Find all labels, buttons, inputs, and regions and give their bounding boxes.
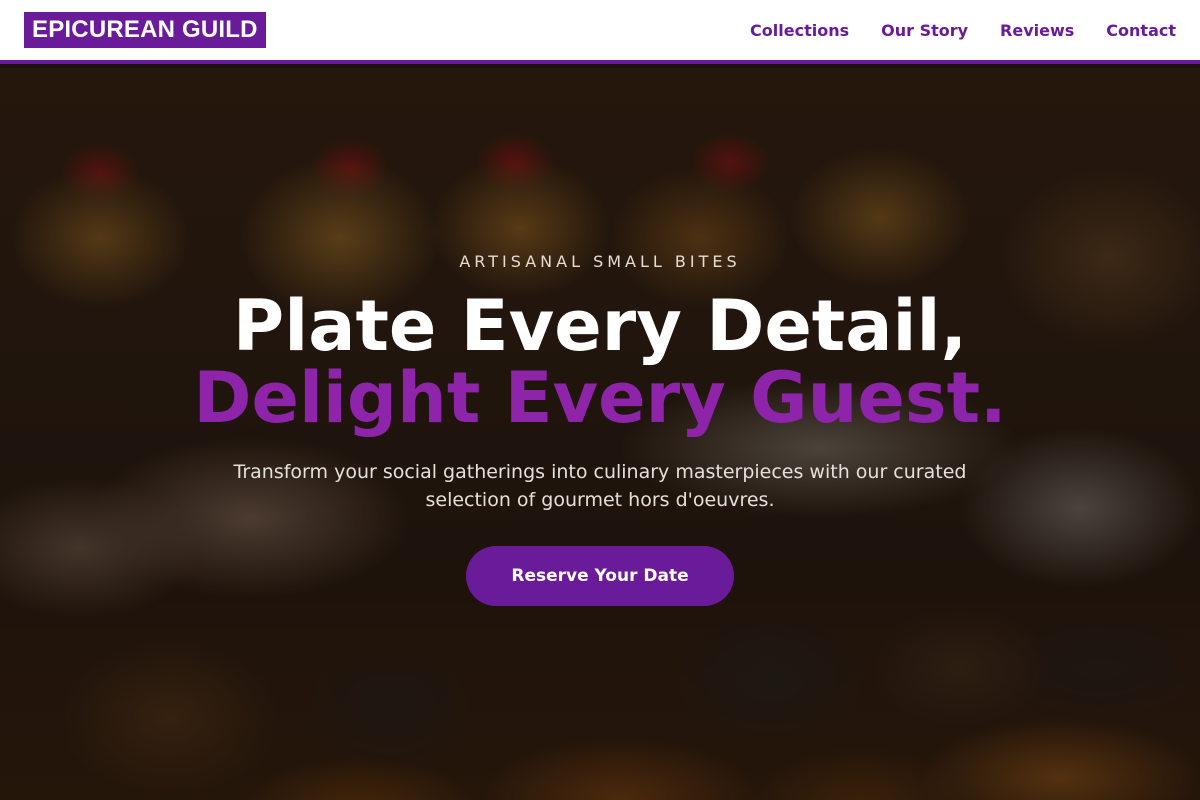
nav-link-collections[interactable]: Collections [750,21,849,40]
brand-logo[interactable]: EPICUREAN GUILD [24,12,266,48]
site-header: EPICUREAN GUILD Collections Our Story Re… [0,0,1200,64]
hero-description: Transform your social gatherings into cu… [233,461,967,511]
reserve-date-button[interactable]: Reserve Your Date [466,546,734,606]
headline-line-1: Plate Every Detail, [232,285,968,367]
hero-eyebrow: ARTISANAL SMALL BITES [459,252,741,271]
hero-section: ARTISANAL SMALL BITES Plate Every Detail… [0,68,1200,800]
hero-headline: Plate Every Detail, Delight Every Guest. [0,290,1200,434]
nav-link-contact[interactable]: Contact [1106,21,1176,40]
main-nav: Collections Our Story Reviews Contact [750,21,1176,40]
headline-line-2: Delight Every Guest. [193,357,1007,439]
hero-content: ARTISANAL SMALL BITES Plate Every Detail… [0,68,1200,800]
nav-link-our-story[interactable]: Our Story [881,21,968,40]
nav-link-reviews[interactable]: Reviews [1000,21,1074,40]
